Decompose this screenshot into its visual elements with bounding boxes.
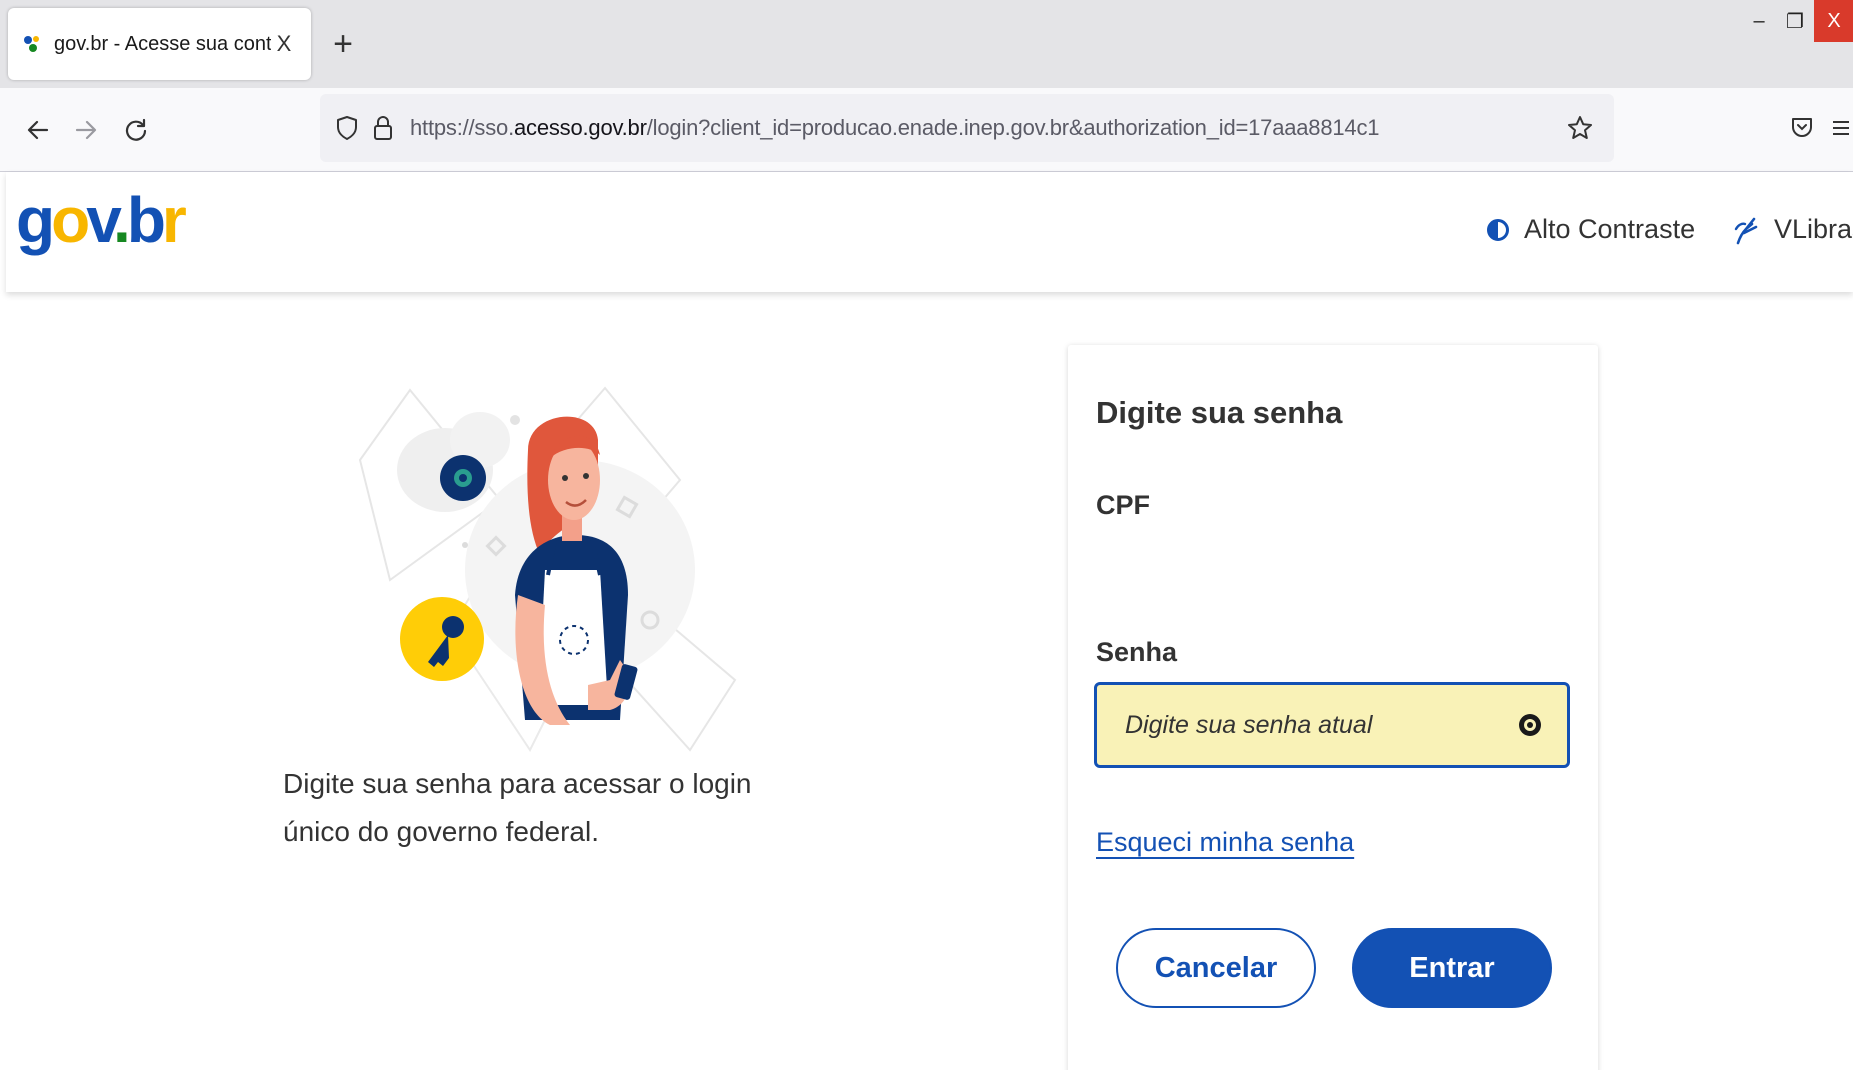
pocket-button[interactable]	[1782, 108, 1822, 148]
key-icon	[442, 616, 464, 638]
browser-tab[interactable]: gov.br - Acesse sua conta X	[8, 8, 311, 80]
cancel-button[interactable]: Cancelar	[1116, 928, 1316, 1008]
url-path: /login?client_id=producao.enade.inep.gov…	[646, 115, 1380, 140]
vlibras-hand-icon	[1734, 217, 1758, 244]
menu-icon	[1833, 121, 1849, 135]
url-prefix: https://sso.	[410, 115, 514, 140]
address-bar[interactable]: https://sso.acesso.gov.br/login?client_i…	[320, 94, 1614, 162]
new-tab-button[interactable]: +	[326, 24, 360, 64]
password-input[interactable]	[1097, 685, 1513, 765]
url-host: acesso.gov.br	[513, 115, 647, 140]
logo-letter: r	[161, 184, 187, 256]
cpf-label: CPF	[1096, 490, 1150, 520]
eye-icon	[1519, 714, 1541, 736]
card-title: Digite sua senha	[1096, 395, 1343, 430]
window-close-button[interactable]: X	[1814, 0, 1853, 42]
high-contrast-button[interactable]: Alto Contraste	[1486, 214, 1695, 245]
govbr-logo[interactable]: gov.br	[16, 188, 187, 252]
gov-favicon-icon	[22, 33, 44, 55]
reload-button[interactable]	[114, 108, 158, 152]
bookmark-star-button[interactable]	[1564, 112, 1596, 144]
shield-icon[interactable]	[332, 113, 362, 143]
login-illustration	[350, 380, 750, 760]
back-button[interactable]	[16, 108, 60, 152]
navigation-toolbar: https://sso.acesso.gov.br/login?client_i…	[0, 88, 1853, 172]
tab-close-button[interactable]: X	[271, 31, 297, 57]
forward-arrow-icon	[75, 120, 97, 140]
reload-icon	[125, 118, 147, 141]
pocket-icon	[1792, 118, 1812, 137]
login-card: Digite sua senha CPF Senha Esqueci minha…	[1068, 345, 1598, 1070]
vlibras-button[interactable]: VLibras	[1732, 214, 1853, 245]
forward-button[interactable]	[64, 108, 108, 152]
logo-letter: v	[86, 184, 117, 256]
star-icon	[1568, 116, 1592, 139]
lock-icon[interactable]	[368, 113, 398, 143]
vlibras-label: VLibras	[1774, 214, 1853, 244]
tab-title: gov.br - Acesse sua conta	[54, 32, 271, 55]
password-label: Senha	[1096, 637, 1178, 667]
logo-letter: .	[113, 184, 131, 256]
forgot-password-link[interactable]: Esqueci minha senha	[1096, 827, 1354, 858]
back-arrow-icon	[27, 120, 49, 140]
enter-button[interactable]: Entrar	[1352, 928, 1552, 1008]
site-header: gov.br Alto Contraste VLibras	[6, 172, 1853, 292]
url-text[interactable]: https://sso.acesso.gov.br/login?client_i…	[410, 115, 1379, 141]
logo-letter: g	[16, 184, 55, 256]
high-contrast-label: Alto Contraste	[1524, 214, 1696, 244]
app-menu-button[interactable]	[1830, 108, 1852, 148]
intro-text: Digite sua senha para acessar o login ún…	[283, 768, 752, 847]
logo-letter: b	[126, 184, 166, 256]
logo-letter: o	[51, 184, 90, 256]
contrast-icon	[1487, 218, 1509, 241]
show-password-button[interactable]	[1513, 708, 1547, 742]
password-field-wrapper	[1094, 682, 1570, 768]
window-maximize-button[interactable]: ❐	[1776, 0, 1814, 42]
tab-strip: gov.br - Acesse sua conta X + – ❐ X	[0, 0, 1853, 88]
window-minimize-button[interactable]: –	[1740, 0, 1778, 42]
